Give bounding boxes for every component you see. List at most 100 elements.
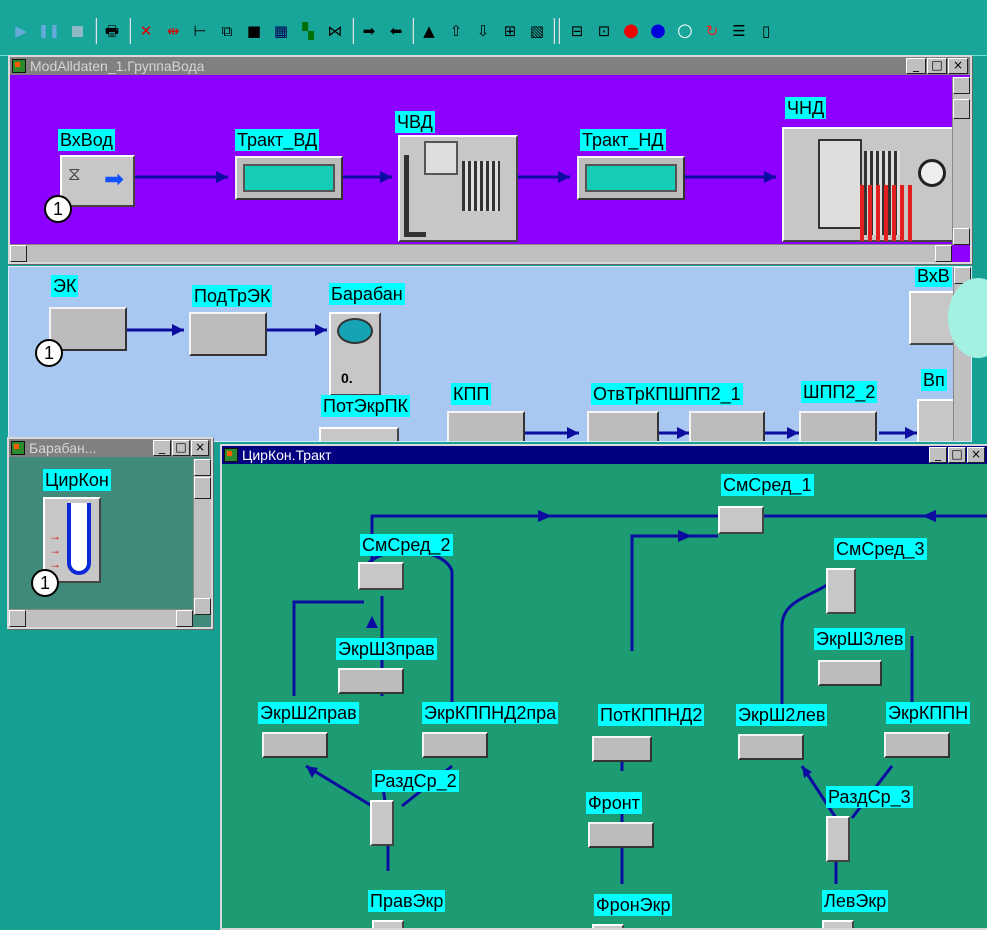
cycle-icon[interactable]: ↻ <box>701 20 723 42</box>
scroll-right-button[interactable] <box>176 610 193 627</box>
ekrsh2prav-block[interactable] <box>262 732 328 758</box>
printer-icon[interactable]: 🖶 <box>101 20 123 42</box>
smsred1-block[interactable] <box>718 506 764 534</box>
close-button[interactable]: × <box>948 58 968 74</box>
hierarchy-icon[interactable]: ⊢ <box>189 20 211 42</box>
arrow-right-icon[interactable]: ➡ <box>358 20 380 42</box>
front-block[interactable] <box>588 822 654 848</box>
smsred2-block[interactable] <box>358 562 404 590</box>
scroll-up-button[interactable] <box>953 77 970 94</box>
arrow-left-icon[interactable]: ⬅ <box>385 20 407 42</box>
scroll-thumb[interactable] <box>953 99 970 119</box>
chart-icon[interactable]: ▧ <box>526 20 548 42</box>
ekrkppnd2pra-block[interactable] <box>422 732 488 758</box>
baraban-block[interactable]: 0. <box>329 312 381 396</box>
horizontal-scrollbar[interactable] <box>9 609 193 627</box>
toolbar-separator <box>553 18 555 44</box>
red-dot-icon[interactable]: ● <box>620 20 642 42</box>
window-title-text: ModAlldaten_1.ГруппаВода <box>30 58 205 74</box>
vp-block[interactable] <box>917 399 957 441</box>
block-label-vp: Вп <box>921 369 947 391</box>
podtrek-block[interactable] <box>189 312 267 356</box>
window-title-text: Барабан... <box>29 440 97 456</box>
otvtr-block[interactable] <box>587 411 659 441</box>
block-label-otvtr: ОтвТрКПШПП2_1 <box>591 383 743 405</box>
shpp-block[interactable] <box>799 411 877 441</box>
block-label-ek: ЭК <box>51 275 79 297</box>
block-label-smsred1: СмСред_1 <box>721 474 814 496</box>
restore-button[interactable]: □ <box>948 447 966 463</box>
restore-button[interactable]: □ <box>927 58 947 74</box>
ekrsh3lev-block[interactable] <box>818 660 882 686</box>
vertical-scrollbar[interactable] <box>193 459 211 615</box>
vhvod-block[interactable]: ⧖ ➡ <box>60 155 135 207</box>
kpp-block[interactable] <box>447 411 525 441</box>
vertical-scrollbar[interactable] <box>952 77 970 245</box>
bowtie-icon[interactable]: ⋈ <box>324 20 346 42</box>
minimize-button[interactable]: _ <box>153 440 171 456</box>
scroll-left-button[interactable] <box>9 610 26 627</box>
chnd-block[interactable] <box>782 127 954 242</box>
restore-button[interactable]: □ <box>172 440 190 456</box>
panel-icon[interactable]: ⊟ <box>566 20 588 42</box>
potekrpk-block[interactable] <box>319 427 399 441</box>
chvd-block[interactable] <box>398 135 518 242</box>
app-icon <box>12 59 26 73</box>
cross-arrows-icon[interactable]: ⇹ <box>162 20 184 42</box>
toolbar-separator <box>129 18 131 44</box>
levekr-block[interactable] <box>822 920 854 928</box>
scroll-up-button[interactable] <box>194 459 211 476</box>
heat-exchanger-icon <box>243 164 335 192</box>
ekrkppn-block[interactable] <box>884 732 950 758</box>
window-title: ЦирКон.Тракт <box>222 446 987 464</box>
list-icon[interactable]: ☰ <box>728 20 750 42</box>
scroll-left-button[interactable] <box>10 245 27 262</box>
smsred3-block[interactable] <box>826 568 856 614</box>
app-icon <box>11 441 25 455</box>
grid-icon[interactable]: ▦ <box>270 20 292 42</box>
triangle-icon[interactable]: ▲ <box>418 20 440 42</box>
square-icon[interactable]: ■ <box>243 20 265 42</box>
cross-icon[interactable]: ✕ <box>135 20 157 42</box>
minimize-button[interactable]: _ <box>929 447 947 463</box>
drum-window: Барабан... _ □ × ЦирКон → → → 1 <box>7 437 213 629</box>
toolbar-separator <box>412 18 414 44</box>
trakt-vd-block[interactable] <box>235 156 343 200</box>
fronekr-block[interactable] <box>592 924 624 928</box>
kpp-section-block[interactable] <box>689 411 765 441</box>
scroll-thumb[interactable] <box>194 477 211 499</box>
pravekr-block[interactable] <box>372 920 404 928</box>
block-label-chnd: ЧНД <box>785 97 827 119</box>
blue-dot-icon[interactable]: ● <box>647 20 669 42</box>
window-stack-icon[interactable]: ⧉ <box>216 20 238 42</box>
block-label-pravekr: ПравЭкр <box>368 890 446 912</box>
import-icon[interactable]: ⇧ <box>445 20 467 42</box>
close-button[interactable]: × <box>967 447 985 463</box>
palette-icon[interactable]: ▚ <box>297 20 319 42</box>
block-label-cirkon: ЦирКон <box>43 469 111 491</box>
potkppnd2-block[interactable] <box>592 736 652 762</box>
scroll-right-button[interactable] <box>935 245 952 262</box>
toolbar-separator <box>95 18 97 44</box>
razdsr3-block[interactable] <box>826 816 850 862</box>
ekrsh3prav-block[interactable] <box>338 668 404 694</box>
block-label-ekrkppnd2pra: ЭкрКППНД2пра <box>422 702 559 724</box>
train-icon[interactable]: ⊡ <box>593 20 615 42</box>
stop-icon[interactable] <box>66 20 88 42</box>
badge: 1 <box>44 195 72 223</box>
pause-icon[interactable]: ❚❚ <box>38 20 60 42</box>
horizontal-scrollbar[interactable] <box>10 244 952 262</box>
ekrsh2lev-block[interactable] <box>738 734 804 760</box>
white-dot-icon[interactable]: ○ <box>674 20 696 42</box>
razdsr2-block[interactable] <box>370 800 394 846</box>
play-icon[interactable]: ▶ <box>10 20 32 42</box>
turbine-icon <box>818 139 862 229</box>
windows-icon[interactable]: ⊞ <box>499 20 521 42</box>
close-button[interactable]: × <box>191 440 209 456</box>
export-icon[interactable]: ⇩ <box>472 20 494 42</box>
minimize-button[interactable]: _ <box>906 58 926 74</box>
clipboard-icon[interactable]: ▯ <box>755 20 777 42</box>
scroll-down-button[interactable] <box>194 598 211 615</box>
trakt-nd-block[interactable] <box>577 156 685 200</box>
scroll-down-button[interactable] <box>953 228 970 245</box>
